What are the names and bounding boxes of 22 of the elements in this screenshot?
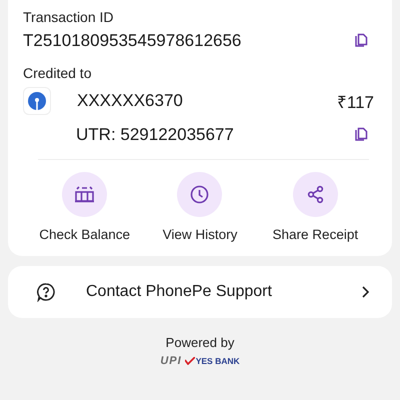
help-icon: [36, 282, 56, 302]
action-button[interactable]: View History: [142, 172, 258, 242]
share-icon: [292, 172, 338, 217]
credited-to-label: Credited to: [23, 65, 92, 81]
action-button[interactable]: Check Balance: [27, 172, 142, 242]
utr-number: UTR: 529122035677: [76, 125, 234, 145]
support-button[interactable]: Contact PhonePe Support: [8, 266, 392, 318]
action-button[interactable]: Share Receipt: [258, 172, 373, 242]
copy-icon[interactable]: [353, 127, 369, 143]
account-number: XXXXXX6370: [77, 91, 184, 111]
bank-logo-icon: [23, 87, 51, 115]
transaction-id: T2510180953545978612656: [23, 31, 242, 51]
transaction-id-label: Transaction ID: [23, 9, 115, 25]
bank-logo: YES BANK: [184, 356, 240, 366]
chevron-right-icon: [360, 285, 370, 299]
bank-icon: [62, 172, 108, 217]
amount: ₹117: [336, 92, 374, 112]
powered-by-text: Powered by: [166, 335, 234, 350]
upi-logo: UPI: [160, 355, 182, 367]
support-label: Contact PhonePe Support: [86, 283, 273, 301]
copy-icon[interactable]: [353, 33, 369, 49]
clock-icon: [177, 172, 222, 217]
